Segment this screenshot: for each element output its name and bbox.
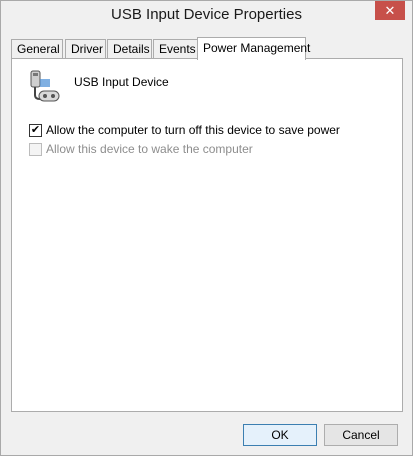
allow-turn-off-option[interactable]: ✔ Allow the computer to turn off this de… [29, 122, 340, 138]
close-button[interactable]: ✕ [375, 1, 405, 20]
ok-button[interactable]: OK [243, 424, 317, 446]
allow-wake-checkbox [29, 142, 42, 156]
allow-turn-off-checkbox[interactable]: ✔ [29, 123, 42, 137]
tab-panel: USB Input Device ✔ Allow the computer to… [11, 58, 403, 412]
allow-turn-off-label[interactable]: Allow the computer to turn off this devi… [46, 123, 340, 137]
tab-details[interactable]: Details [107, 39, 152, 59]
close-icon: ✕ [384, 3, 396, 18]
tab-power-management[interactable]: Power Management [197, 37, 310, 60]
tab-events[interactable]: Events [153, 39, 198, 59]
properties-window: USB Input Device Properties ✕ General Dr… [0, 0, 413, 456]
tab-general[interactable]: General [11, 39, 63, 59]
allow-wake-label: Allow this device to wake the computer [46, 142, 253, 156]
cancel-button[interactable]: Cancel [324, 424, 398, 446]
window-title: USB Input Device Properties [111, 6, 302, 23]
allow-wake-option: Allow this device to wake the computer [29, 141, 253, 157]
usb-device-icon [30, 70, 60, 102]
tab-driver[interactable]: Driver [65, 39, 106, 59]
title-bar[interactable]: USB Input Device Properties ✕ [1, 1, 412, 31]
device-name: USB Input Device [74, 75, 169, 89]
